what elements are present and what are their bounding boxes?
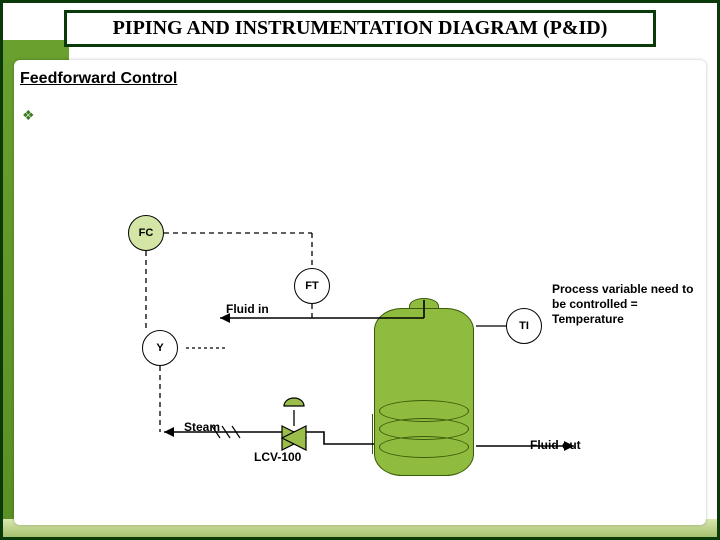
page-title: PIPING AND INSTRUMENTATION DIAGRAM (P&ID… (64, 10, 656, 47)
label-fluid-in: Fluid in (226, 302, 269, 316)
label-steam: Steam (184, 420, 220, 434)
label-lcv-tag: LCV-100 (254, 450, 301, 464)
instrument-ti: TI (506, 308, 542, 344)
coil-inlet-stub (372, 414, 382, 454)
instrument-fc: FC (128, 215, 164, 251)
instrument-ft: FT (294, 268, 330, 304)
content-panel: Feedforward Control ❖ FC FT Y TI Fluid i… (14, 60, 706, 525)
heating-coil (379, 436, 469, 458)
label-fluid-out: Fluid out (530, 438, 581, 452)
instrument-y: Y (142, 330, 178, 366)
process-note: Process variable need to be controlled =… (552, 282, 702, 327)
pid-diagram: FC FT Y TI Fluid in Steam LCV-100 Fluid … (14, 60, 706, 525)
